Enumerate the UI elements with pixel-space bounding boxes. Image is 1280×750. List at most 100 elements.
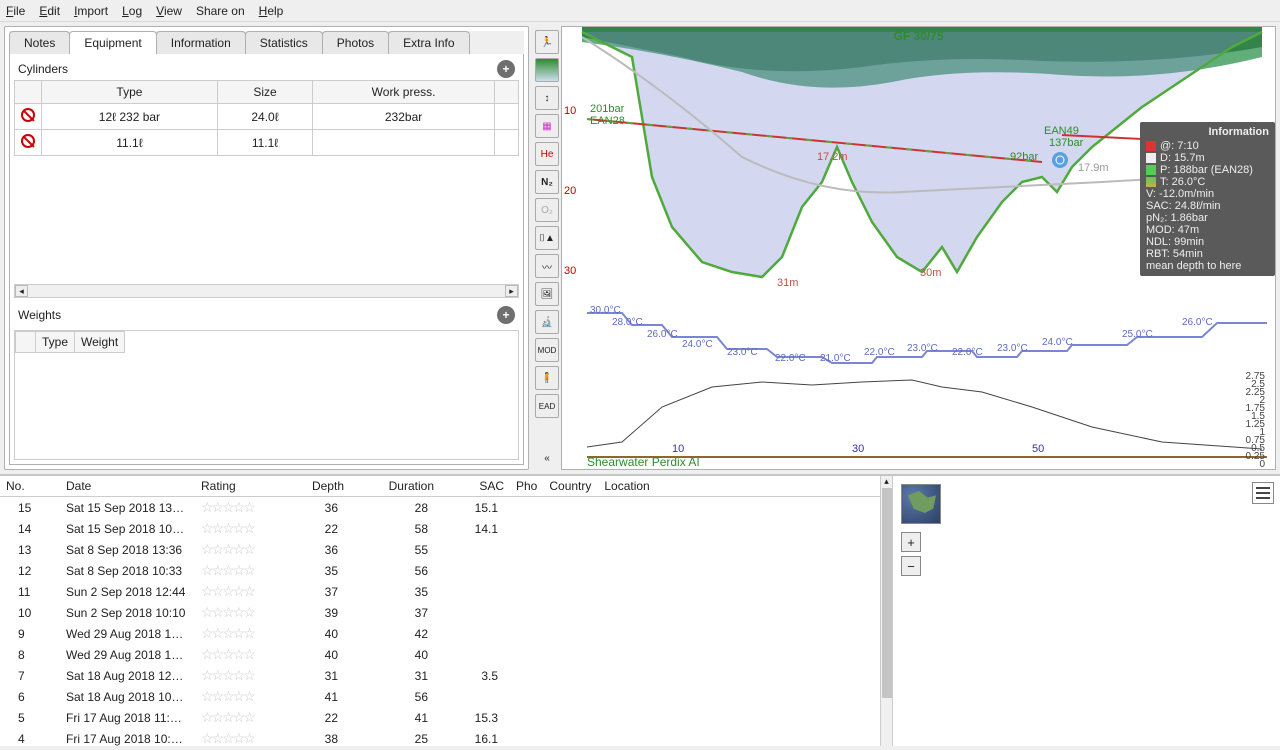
delete-icon[interactable]	[21, 134, 35, 148]
rating-stars[interactable]: ☆☆☆☆☆	[201, 499, 254, 515]
temp-label: 22.0°C	[775, 353, 806, 364]
temp-label: 23.0°C	[727, 347, 758, 358]
col-location[interactable]: Location	[598, 476, 880, 497]
temp-label: 24.0°C	[682, 339, 713, 350]
weights-title: Weights	[18, 308, 61, 322]
rating-stars[interactable]: ☆☆☆☆☆	[201, 520, 254, 536]
tab-photos[interactable]: Photos	[322, 31, 389, 54]
tool-n2-icon[interactable]: N₂	[535, 170, 559, 194]
col-depth[interactable]: Depth	[290, 476, 350, 497]
rating-stars[interactable]: ☆☆☆☆☆	[201, 730, 254, 746]
rating-stars[interactable]: ☆☆☆☆☆	[201, 709, 254, 725]
col-photo[interactable]: Pho	[510, 476, 543, 497]
add-cylinder-button[interactable]: +	[497, 60, 515, 78]
menu-view[interactable]: View	[156, 4, 182, 18]
tool-collapse-icon[interactable]: «	[535, 446, 559, 470]
tool-scale-icon[interactable]: ↕	[535, 86, 559, 110]
col-country[interactable]: Country	[543, 476, 598, 497]
col-rating[interactable]: Rating	[195, 476, 290, 497]
menu-file[interactable]: File	[6, 4, 25, 18]
table-row[interactable]: 13 Sat 8 Sep 2018 13:36 ☆☆☆☆☆ 36 55	[0, 539, 880, 560]
tool-tissue-icon[interactable]: 🔬	[535, 310, 559, 334]
menu-edit[interactable]: Edit	[39, 4, 60, 18]
table-row[interactable]: 9 Wed 29 Aug 2018 1… ☆☆☆☆☆ 40 42	[0, 623, 880, 644]
tab-information[interactable]: Information	[156, 31, 246, 54]
col-type[interactable]: Type	[42, 81, 218, 104]
annot-maxdepth: 31m	[777, 277, 798, 289]
annot-bar2: 137bar	[1049, 137, 1083, 149]
table-row[interactable]: 11 Sun 2 Sep 2018 12:44 ☆☆☆☆☆ 37 35	[0, 581, 880, 602]
horizontal-scrollbar[interactable]: ◂ ▸	[14, 284, 519, 298]
temp-label: 23.0°C	[907, 343, 938, 354]
table-row[interactable]: 6 Sat 18 Aug 2018 10… ☆☆☆☆☆ 41 56	[0, 686, 880, 707]
tool-mod-icon[interactable]: MOD	[535, 338, 559, 362]
rating-stars[interactable]: ☆☆☆☆☆	[201, 688, 254, 704]
tool-ruler-icon[interactable]: ▦	[535, 114, 559, 138]
divelist-pane: No. Date Rating Depth Duration SAC Pho C…	[0, 474, 1280, 746]
dive-profile-chart[interactable]: GF 30/75 10 20 30 10 30 50 Shearwater Pe…	[561, 26, 1276, 470]
annot-depth: 30m	[920, 267, 941, 279]
temp-label: 26.0°C	[647, 329, 678, 340]
col-date[interactable]: Date	[60, 476, 195, 497]
xtick: 30	[852, 443, 864, 455]
table-row[interactable]: 15 Sat 15 Sep 2018 13… ☆☆☆☆☆ 36 28 15.1	[0, 497, 880, 519]
tool-gradient-icon[interactable]	[535, 58, 559, 82]
annot-endbar: 92bar	[1010, 151, 1038, 163]
ytick: 30	[564, 265, 576, 277]
temp-label: 28.0°C	[612, 317, 643, 328]
tab-statistics[interactable]: Statistics	[245, 31, 323, 54]
tool-hr-icon[interactable]: 〰	[535, 254, 559, 278]
annot-gas2: EAN49	[1044, 125, 1079, 137]
col-size[interactable]: Size	[217, 81, 312, 104]
col-weight[interactable]: Weight	[75, 332, 125, 353]
tab-notes[interactable]: Notes	[9, 31, 70, 54]
rating-stars[interactable]: ☆☆☆☆☆	[201, 604, 254, 620]
tab-extra[interactable]: Extra Info	[388, 31, 469, 54]
add-weight-button[interactable]: +	[497, 306, 515, 324]
tool-he-icon[interactable]: He	[535, 142, 559, 166]
rating-stars[interactable]: ☆☆☆☆☆	[201, 646, 254, 662]
temp-label: 23.0°C	[997, 343, 1028, 354]
tab-equipment[interactable]: Equipment	[69, 31, 156, 54]
profile-toolbar: 🏃 ↕ ▦ He N₂ O₂ ⌷▲ 〰 🖼 🔬 MOD 🧍 EAD «	[533, 26, 561, 470]
tool-deco-icon[interactable]: 🧍	[535, 366, 559, 390]
tool-running-icon[interactable]: 🏃	[535, 30, 559, 54]
tool-bar-icon[interactable]: ⌷▲	[535, 226, 559, 250]
rating-stars[interactable]: ☆☆☆☆☆	[201, 562, 254, 578]
menu-help[interactable]: Help	[259, 4, 284, 18]
menu-share[interactable]: Share on	[196, 4, 245, 18]
table-row[interactable]: 14 Sat 15 Sep 2018 10… ☆☆☆☆☆ 22 58 14.1	[0, 518, 880, 539]
col-no[interactable]: No.	[0, 476, 60, 497]
table-row[interactable]: 4 Fri 17 Aug 2018 10:… ☆☆☆☆☆ 38 25 16.1	[0, 728, 880, 746]
tool-o2-icon[interactable]: O₂	[535, 198, 559, 222]
table-row[interactable]: 7 Sat 18 Aug 2018 12… ☆☆☆☆☆ 31 31 3.5	[0, 665, 880, 686]
tool-photo-icon[interactable]: 🖼	[535, 282, 559, 306]
delete-icon[interactable]	[21, 108, 35, 122]
zoom-out-button[interactable]: −	[901, 556, 921, 576]
menu-import[interactable]: Import	[74, 4, 108, 18]
temp-label: 22.0°C	[864, 347, 895, 358]
rating-stars[interactable]: ☆☆☆☆☆	[201, 667, 254, 683]
col-wtype[interactable]: Type	[36, 332, 75, 353]
table-row[interactable]: 10 Sun 2 Sep 2018 10:10 ☆☆☆☆☆ 39 37	[0, 602, 880, 623]
rating-stars[interactable]: ☆☆☆☆☆	[201, 583, 254, 599]
table-row[interactable]: 8 Wed 29 Aug 2018 1… ☆☆☆☆☆ 40 40	[0, 644, 880, 665]
col-sac[interactable]: SAC	[440, 476, 510, 497]
table-row[interactable]: 11.1ℓ 11.1ℓ	[15, 130, 519, 156]
ytick: 10	[564, 105, 576, 117]
cylinders-table: Type Size Work press. 12ℓ 232 bar 24.0ℓ …	[14, 80, 519, 156]
col-workpress[interactable]: Work press.	[313, 81, 495, 104]
gas-tick: 0	[1246, 461, 1265, 469]
tool-ead-icon[interactable]: EAD	[535, 394, 559, 418]
table-row[interactable]: 12ℓ 232 bar 24.0ℓ 232bar	[15, 104, 519, 130]
col-duration[interactable]: Duration	[350, 476, 440, 497]
globe-icon[interactable]	[901, 484, 941, 524]
menu-log[interactable]: Log	[122, 4, 142, 18]
divelist-scrollbar[interactable]: ▴	[880, 476, 892, 746]
rating-stars[interactable]: ☆☆☆☆☆	[201, 625, 254, 641]
table-row[interactable]: 5 Fri 17 Aug 2018 11:… ☆☆☆☆☆ 22 41 15.3	[0, 707, 880, 728]
map-menu-button[interactable]	[1252, 482, 1274, 504]
zoom-in-button[interactable]: +	[901, 532, 921, 552]
rating-stars[interactable]: ☆☆☆☆☆	[201, 541, 254, 557]
table-row[interactable]: 12 Sat 8 Sep 2018 10:33 ☆☆☆☆☆ 35 56	[0, 560, 880, 581]
